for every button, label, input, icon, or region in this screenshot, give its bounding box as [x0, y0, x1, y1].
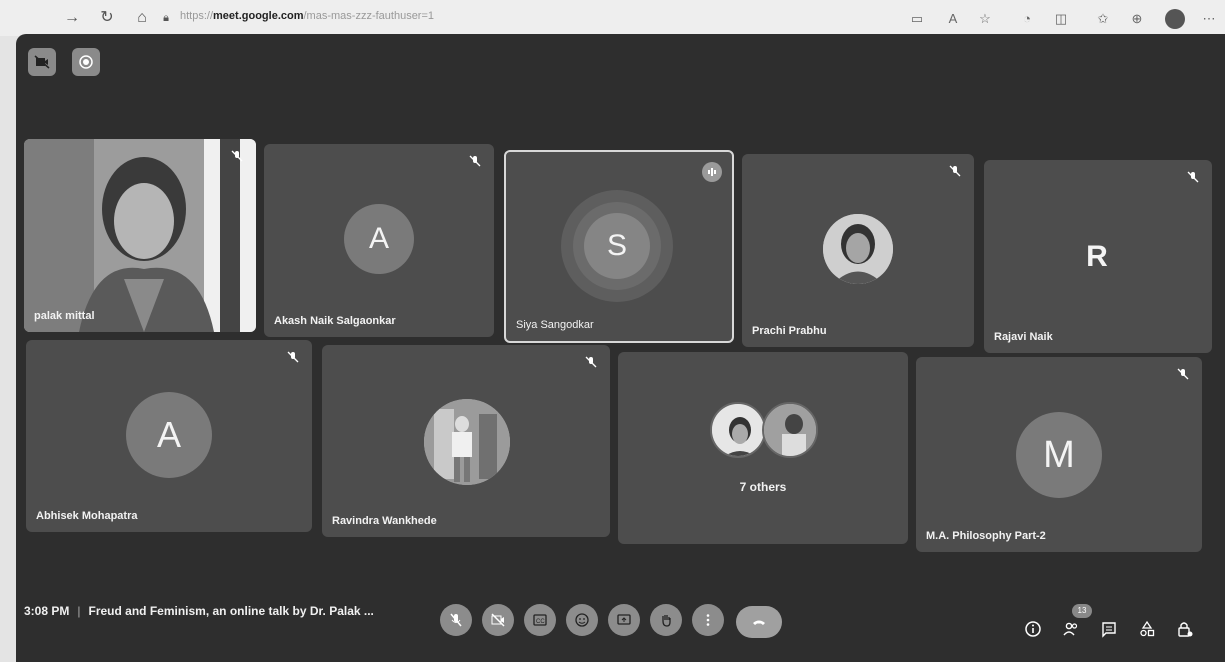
profile-avatar[interactable]	[1165, 9, 1185, 29]
info-icon	[1025, 621, 1041, 637]
reload-icon[interactable]: ↻	[97, 8, 117, 28]
meeting-details: 3:08 PM | Freud and Feminism, an online …	[24, 604, 374, 618]
participant-name: Ravindra Wankhede	[332, 515, 437, 527]
participant-photo	[710, 402, 766, 458]
raise-hand-button[interactable]	[650, 604, 682, 636]
meeting-title[interactable]: Freud and Feminism, an online talk by Dr…	[88, 604, 373, 618]
camera-toggle-button[interactable]	[482, 604, 514, 636]
participant-tile[interactable]: R Rajavi Naik	[984, 160, 1212, 353]
people-button[interactable]	[1060, 618, 1082, 640]
home-icon[interactable]: ⌂	[132, 8, 152, 28]
people-icon	[1063, 622, 1078, 636]
participant-name: Rajavi Naik	[994, 331, 1053, 343]
camera-off-icon[interactable]	[28, 48, 56, 76]
participant-photo	[424, 399, 510, 485]
participant-tile[interactable]: Ravindra Wankhede	[322, 345, 610, 537]
address-bar[interactable]: https://meet.google.com/mas-mas-zzz-faut…	[180, 10, 434, 22]
present-button[interactable]	[608, 604, 640, 636]
meeting-info-button[interactable]	[1022, 618, 1044, 640]
avatar: R	[1086, 240, 1108, 273]
participant-name: M.A. Philosophy Part-2	[926, 530, 1046, 542]
chat-button[interactable]	[1098, 618, 1120, 640]
host-controls-button[interactable]	[1174, 618, 1196, 640]
mic-off-icon	[468, 154, 482, 168]
mic-off-icon	[1176, 367, 1190, 381]
mic-off-icon	[584, 355, 598, 369]
svg-text:CC: CC	[536, 619, 545, 625]
meeting-time: 3:08 PM	[24, 604, 70, 618]
avatar: A	[344, 204, 414, 274]
favorite-icon[interactable]: ☆	[976, 10, 994, 28]
participant-video	[24, 139, 256, 332]
split-screen-icon[interactable]: ◫	[1052, 10, 1070, 28]
avatar: S	[584, 213, 650, 279]
url-scheme: https://	[180, 10, 214, 22]
mic-off-icon	[450, 613, 462, 627]
more-icon[interactable]: ⋯	[1200, 10, 1218, 28]
more-vert-icon	[706, 614, 710, 626]
present-screen-icon	[617, 614, 631, 625]
mic-off-icon	[1186, 170, 1200, 184]
mic-off-icon	[286, 350, 300, 364]
read-aloud-icon[interactable]: A	[944, 10, 962, 28]
participant-name: palak mittal	[34, 310, 95, 322]
participant-tile[interactable]: Prachi Prabhu	[742, 154, 974, 347]
participant-photo	[762, 402, 818, 458]
meet-window: palak mittal A Akash Naik Salgaonkar S S…	[16, 34, 1225, 662]
browser-toolbar: → ↻ ⌂ 🔒︎ https://meet.google.com/mas-mas…	[0, 0, 1225, 36]
hand-icon	[662, 615, 671, 627]
participant-tile[interactable]: A Akash Naik Salgaonkar	[264, 144, 494, 337]
mic-off-icon	[230, 149, 244, 163]
captions-icon: CC	[533, 614, 547, 626]
separator: |	[77, 604, 81, 618]
avatar: A	[126, 392, 212, 478]
participant-tile[interactable]: A Abhisek Mohapatra	[26, 340, 312, 532]
collections-icon[interactable]: ⊕	[1128, 10, 1146, 28]
activities-icon	[1140, 620, 1155, 637]
avatar: M	[1016, 412, 1102, 498]
participant-photo	[823, 214, 893, 284]
favorites-list-icon[interactable]: ✩	[1094, 10, 1112, 28]
lock-icon: 🔒︎	[163, 12, 169, 24]
mic-toggle-button[interactable]	[440, 604, 472, 636]
participant-name: Akash Naik Salgaonkar	[274, 315, 396, 327]
participant-count-badge: 13	[1072, 604, 1092, 618]
participant-name: Prachi Prabhu	[752, 325, 827, 337]
participant-tile[interactable]: palak mittal	[24, 139, 256, 332]
participant-tile[interactable]: M M.A. Philosophy Part-2	[916, 357, 1202, 552]
captions-button[interactable]: CC	[524, 604, 556, 636]
participant-name: Abhisek Mohapatra	[36, 510, 138, 522]
leave-call-button[interactable]	[736, 606, 782, 638]
mic-off-icon	[948, 164, 962, 178]
camera-off-icon	[491, 613, 505, 627]
participant-tile-speaking[interactable]: S Siya Sangodkar	[504, 150, 734, 343]
forward-icon[interactable]: →	[62, 8, 82, 28]
camera-permission-icon[interactable]: ▭	[908, 10, 926, 28]
audio-level-icon	[702, 162, 722, 182]
chat-icon	[1102, 622, 1116, 638]
group-label: 7 others	[739, 480, 787, 494]
url-path: /mas-mas-zzz-fauthuser=1	[303, 10, 435, 22]
extension-icon[interactable]: ◔	[1018, 10, 1036, 28]
participant-name: Siya Sangodkar	[516, 319, 594, 331]
emoji-icon	[575, 613, 589, 627]
activities-button[interactable]	[1136, 618, 1158, 640]
url-host: meet.google.com	[213, 10, 304, 22]
participant-tile-group[interactable]: 7 others	[618, 352, 908, 544]
record-icon[interactable]	[72, 48, 100, 76]
more-options-button[interactable]	[692, 604, 724, 636]
emoji-button[interactable]	[566, 604, 598, 636]
lock-person-icon	[1178, 622, 1193, 637]
phone-hangup-icon	[753, 620, 765, 625]
